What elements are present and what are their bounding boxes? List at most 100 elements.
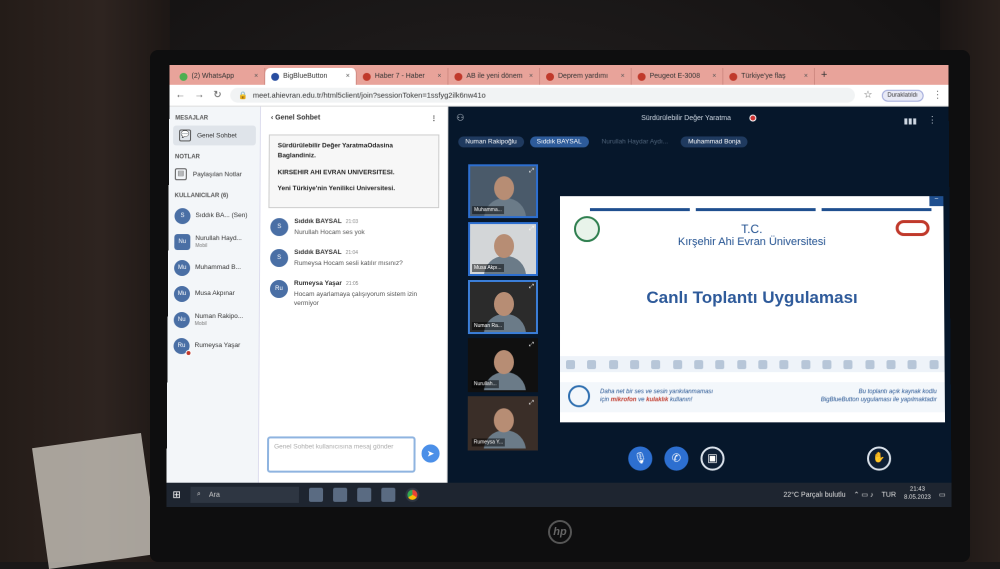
user-name: Muhammad B... [195, 264, 242, 272]
tool-icon[interactable] [587, 359, 597, 369]
tool-icon[interactable] [715, 359, 725, 369]
tool-icon[interactable] [630, 359, 640, 369]
tool-icon[interactable] [801, 359, 811, 369]
user-item[interactable]: S Sıddık BA... (Sen) [168, 203, 259, 229]
clock[interactable]: 21:43 8.05.2023 [904, 487, 931, 503]
slide-title: Canlı Toplantı Uygulaması [646, 287, 858, 308]
connection-status-icon[interactable]: ▮▮▮ [904, 117, 917, 126]
tool-icon[interactable] [886, 359, 896, 369]
taskbar-search[interactable]: ⌕ Ara [190, 486, 300, 503]
headset-icon [568, 385, 591, 408]
reload-icon[interactable]: ↻ [213, 90, 221, 101]
close-tab-icon[interactable]: × [621, 73, 625, 80]
weather-widget[interactable]: 22°C Parçalı bulutlu [783, 491, 845, 498]
phone-button[interactable]: ✆ [664, 446, 689, 471]
recording-indicator-icon[interactable] [748, 114, 756, 122]
avatar: Mu [174, 260, 191, 277]
public-chat-item[interactable]: 💬 Genel Sohbet [173, 125, 256, 146]
notifications-icon[interactable]: ▭ [939, 491, 946, 499]
avatar: Nu [173, 312, 190, 329]
expand-icon[interactable]: ⤢ [529, 342, 534, 349]
tool-icon[interactable] [822, 359, 832, 369]
user-name: Musa Akpınar [194, 290, 235, 298]
tab-turkiye[interactable]: Türkiye'ye flaş × [723, 67, 816, 85]
chat-options-icon[interactable]: ⋮ [430, 115, 437, 123]
raise-hand-button[interactable]: ✋ [866, 446, 892, 471]
close-tab-icon[interactable]: × [529, 73, 533, 80]
tab-whatsapp[interactable]: (2) WhatsApp × [173, 67, 266, 85]
talker-badge[interactable]: Numan Rakipoğlu [458, 136, 524, 148]
close-tab-icon[interactable]: × [804, 73, 808, 80]
webcam-list: Muhamma... ⤢ Musa Akpı... ⤢ Numan Ra... ⤢ N… [467, 164, 539, 454]
tool-icon[interactable] [672, 359, 682, 369]
url-field[interactable]: 🔒 meet.ahievran.edu.tr/html5client/join?s… [230, 87, 855, 103]
taskview-icon[interactable] [309, 487, 324, 502]
close-tab-icon[interactable]: × [254, 73, 258, 80]
close-tab-icon[interactable]: × [712, 73, 716, 80]
tool-icon[interactable] [758, 359, 768, 369]
expand-icon[interactable]: ⤢ [529, 400, 534, 407]
minimize-presentation-button[interactable]: – [929, 196, 944, 207]
new-tab-button[interactable]: + [815, 69, 833, 81]
network-icon[interactable]: ⌃ ▭ ♪ [854, 491, 874, 499]
chat-back-button[interactable]: ‹ Genel Sohbet [271, 115, 320, 123]
address-bar-row: ← → ↻ 🔒 meet.ahievran.edu.tr/html5client/… [169, 84, 949, 107]
webcam-tile[interactable]: Rumeysa Y... ⤢ [467, 396, 538, 451]
user-item[interactable]: Mu Muhammad B... [168, 255, 259, 281]
talker-badge[interactable]: Nurullah Haydar Aydı... [595, 136, 676, 147]
chat-message: S Sıddık BAYSAL 21:04 Rumeysa Hocam sesli… [260, 243, 447, 274]
tool-icon[interactable] [779, 359, 789, 369]
webcam-tile[interactable]: Musa Akpı... ⤢ [468, 222, 539, 277]
expand-icon[interactable]: ⤢ [529, 284, 534, 291]
close-tab-icon[interactable]: × [346, 73, 350, 80]
user-item[interactable]: Ru Rumeysa Yaşar [167, 333, 258, 359]
tool-icon[interactable] [843, 359, 853, 369]
avatar: Ru [269, 279, 289, 298]
tab-peugeot[interactable]: Peugeot E-3008 × [631, 67, 724, 85]
windows-start-icon[interactable]: ⊞ [172, 489, 181, 500]
tool-icon[interactable] [929, 359, 939, 369]
messages-header: MESAJLAR [175, 115, 209, 122]
tool-icon[interactable] [865, 359, 875, 369]
chat-message-input[interactable]: Genel Sohbet kullanıcısına mesaj gönder [266, 436, 416, 473]
tool-icon[interactable] [694, 359, 704, 369]
forward-icon[interactable]: → [194, 90, 204, 101]
microphone-button[interactable]: 🎙 [628, 446, 653, 471]
tool-icon[interactable] [907, 359, 917, 369]
talker-badge[interactable]: Muhammad Bonja [681, 136, 748, 148]
whatsapp-icon [179, 72, 188, 81]
expand-icon[interactable]: ⤢ [529, 226, 534, 233]
menu-icon[interactable]: ⋮ [933, 90, 943, 101]
profile-button[interactable]: Duraklatıldı [881, 89, 924, 102]
expand-icon[interactable]: ⤢ [529, 168, 534, 175]
webcam-tile[interactable]: Numan Ra... ⤢ [467, 280, 539, 335]
user-item[interactable]: Nu Nurullah Hayd... Mobil [168, 229, 259, 255]
tab-bigbluebutton[interactable]: BigBlueButton × [265, 67, 357, 85]
language-indicator[interactable]: TUR [882, 491, 896, 498]
back-icon[interactable]: ← [175, 90, 185, 101]
store-icon[interactable] [357, 487, 372, 502]
app-icon[interactable] [381, 487, 396, 502]
files-icon[interactable] [333, 487, 348, 502]
tool-icon[interactable] [608, 359, 618, 369]
bookmark-star-icon[interactable]: ☆ [864, 90, 873, 101]
webcam-tile[interactable]: Muhamma... ⤢ [468, 164, 539, 219]
tab-haber7[interactable]: Haber 7 - Haber × [356, 67, 449, 85]
shared-notes-item[interactable]: ▤ Paylaşılan Notlar [169, 164, 260, 184]
user-item[interactable]: Nu Numan Rakipo... Mobil [168, 307, 259, 333]
user-item[interactable]: Mu Musa Akpınar [168, 281, 259, 307]
tool-icon[interactable] [566, 359, 576, 369]
tool-icon[interactable] [737, 359, 747, 369]
send-button[interactable]: ➤ [421, 444, 440, 463]
camera-button[interactable]: ▣ [700, 446, 725, 471]
options-menu-icon[interactable]: ⋮ [928, 115, 937, 126]
chrome-icon[interactable] [405, 487, 420, 502]
news-icon [454, 72, 463, 81]
tab-ab[interactable]: AB ile yeni dönem × [448, 67, 541, 85]
talker-badge[interactable]: Sıddık BAYSAL [529, 136, 589, 148]
avatar: Nu [174, 234, 191, 251]
close-tab-icon[interactable]: × [437, 73, 441, 80]
tool-icon[interactable] [651, 359, 661, 369]
tab-deprem[interactable]: Deprem yardımı × [540, 67, 632, 85]
webcam-tile[interactable]: Nurullah... ⤢ [467, 338, 538, 393]
